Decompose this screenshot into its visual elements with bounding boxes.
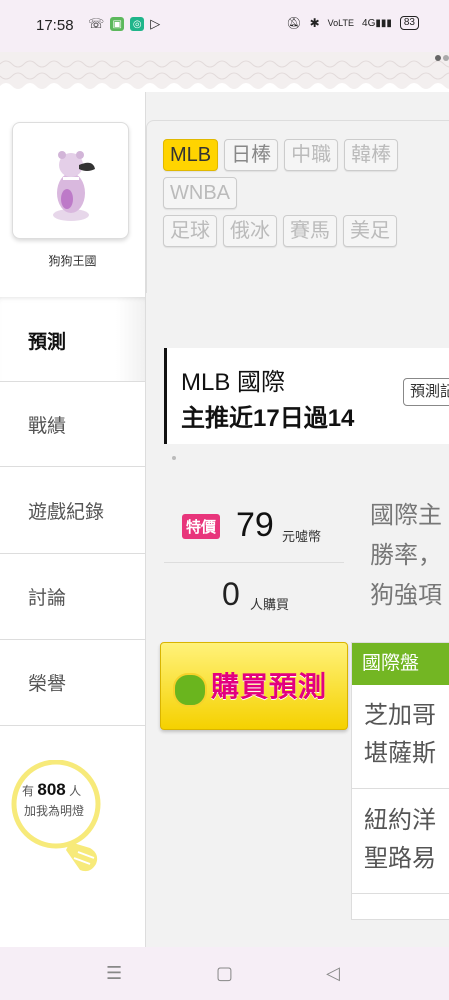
system-icons: 🔕︎ ✱ VoLTE 4G▮▮▮ 83	[286, 16, 419, 30]
missed-call-icon: ☏	[88, 16, 105, 31]
league-chip-npb[interactable]: 日棒	[224, 139, 279, 171]
game-row[interactable]: 芝加哥 堪薩斯	[352, 685, 449, 789]
league-chip-mlb[interactable]: MLB	[163, 139, 219, 171]
sidebar-tab-predictions[interactable]: 預測	[0, 297, 145, 383]
league-chip-soccer[interactable]: 足球	[163, 215, 217, 247]
offer-description: 國際主 勝率， 狗強項	[370, 496, 449, 616]
avatar-image	[27, 135, 115, 227]
fans-count: 808	[37, 780, 66, 799]
intl-panel-header: 國際盤	[352, 643, 449, 685]
league-chip-cpbl[interactable]: 中職	[284, 139, 339, 171]
app-icon-teal: ◎	[130, 17, 145, 31]
notification-icons: ☏ ▣ ◎ ▷	[88, 16, 160, 32]
prediction-record-button[interactable]: 預測記	[403, 378, 449, 406]
buy-prediction-button[interactable]: 購買預測	[160, 642, 348, 730]
lightbulb-icon	[11, 760, 101, 872]
fans-caption: 加我為明燈	[24, 804, 85, 818]
mute-icon: 🔕︎	[286, 16, 302, 30]
team-name: 堪薩斯	[364, 740, 436, 767]
sidebar-tab-record[interactable]: 戰績	[0, 381, 145, 467]
international-lines-panel: 國際盤 芝加哥 堪薩斯 紐約洋 聖路易	[351, 642, 449, 920]
system-nav-bar: ☰ ▢ ◁	[0, 947, 449, 1000]
sidebar-tab-game-history[interactable]: 遊戲紀錄	[0, 468, 145, 554]
description-line: 勝率，	[370, 542, 442, 569]
league-chip-khl[interactable]: 俄冰	[223, 215, 277, 247]
description-line: 狗強項	[370, 582, 442, 609]
home-icon[interactable]: ▢	[216, 963, 233, 984]
volte-icon: VoLTE	[327, 18, 355, 28]
battery-icon: 83	[399, 16, 419, 30]
play-icon: ▷	[150, 16, 161, 31]
team-name: 紐約洋	[364, 807, 436, 834]
league-chips: MLB 日棒 中職 韓棒 WNBA 足球 俄冰 賽馬 美足	[163, 139, 448, 247]
coin-icon	[173, 673, 207, 707]
buyers-unit: 人購買	[250, 597, 290, 612]
decorative-lace-band	[0, 52, 449, 92]
lace-pattern	[0, 52, 449, 92]
avatar[interactable]	[12, 122, 129, 239]
league-chip-wnba[interactable]: WNBA	[163, 177, 237, 209]
prediction-title: MLB 國際	[181, 369, 286, 396]
bear-figurine-icon	[53, 151, 95, 221]
team-name: 聖路易	[364, 845, 436, 872]
status-bar: 17:58 ☏ ▣ ◎ ▷ 🔕︎ ✱ VoLTE 4G▮▮▮ 83	[0, 0, 449, 52]
sidebar-tab-honors[interactable]: 榮譽	[0, 640, 145, 726]
prediction-header: MLB 國際 主推近17日過14 預測記	[164, 348, 449, 444]
profile-name[interactable]: 狗狗王國	[0, 252, 145, 269]
price-value: 79	[236, 506, 274, 544]
app-icon-green: ▣	[110, 17, 125, 31]
status-time: 17:58	[36, 17, 74, 34]
bluetooth-icon: ✱	[309, 16, 320, 30]
signal-icon: 4G▮▮▮	[362, 17, 392, 29]
league-chip-horse-racing[interactable]: 賽馬	[283, 215, 337, 247]
offer-panel: 特價 79 元噓幣 0 人購買 國際主 勝率， 狗強項	[164, 454, 449, 644]
bullet-dot	[172, 456, 176, 460]
team-name: 芝加哥	[364, 702, 436, 729]
menu-icon[interactable]: ☰	[106, 963, 122, 984]
prediction-subtitle: 主推近17日過14	[181, 405, 355, 432]
league-selector: MLB 日棒 中職 韓棒 WNBA 足球 俄冰 賽馬 美足	[146, 120, 449, 293]
fans-lightbulb[interactable]: 有 808 人 加我為明燈	[8, 760, 118, 880]
buyers-count: 0	[222, 576, 240, 612]
back-icon[interactable]: ◁	[326, 963, 340, 984]
league-chip-nfl[interactable]: 美足	[343, 215, 397, 247]
league-chip-kbo[interactable]: 韓棒	[344, 139, 399, 171]
left-sidebar: 狗狗王國 預測 戰績 遊戲紀錄 討論 榮譽 有 808 人 加我為明燈	[0, 92, 145, 947]
price-currency: 元噓幣	[282, 529, 322, 544]
description-line: 國際主	[370, 502, 442, 529]
fans-count-line: 有 808 人	[22, 780, 82, 799]
divider	[164, 562, 344, 563]
chip-row-break	[243, 177, 443, 209]
special-price-badge: 特價	[182, 514, 221, 539]
game-row[interactable]: 紐約洋 聖路易	[352, 790, 449, 894]
main-content: MLB 日棒 中職 韓棒 WNBA 足球 俄冰 賽馬 美足 MLB 國際 主推近…	[145, 92, 449, 947]
buy-prediction-label: 購買預測	[211, 671, 328, 702]
sidebar-tab-discussion[interactable]: 討論	[0, 554, 145, 640]
